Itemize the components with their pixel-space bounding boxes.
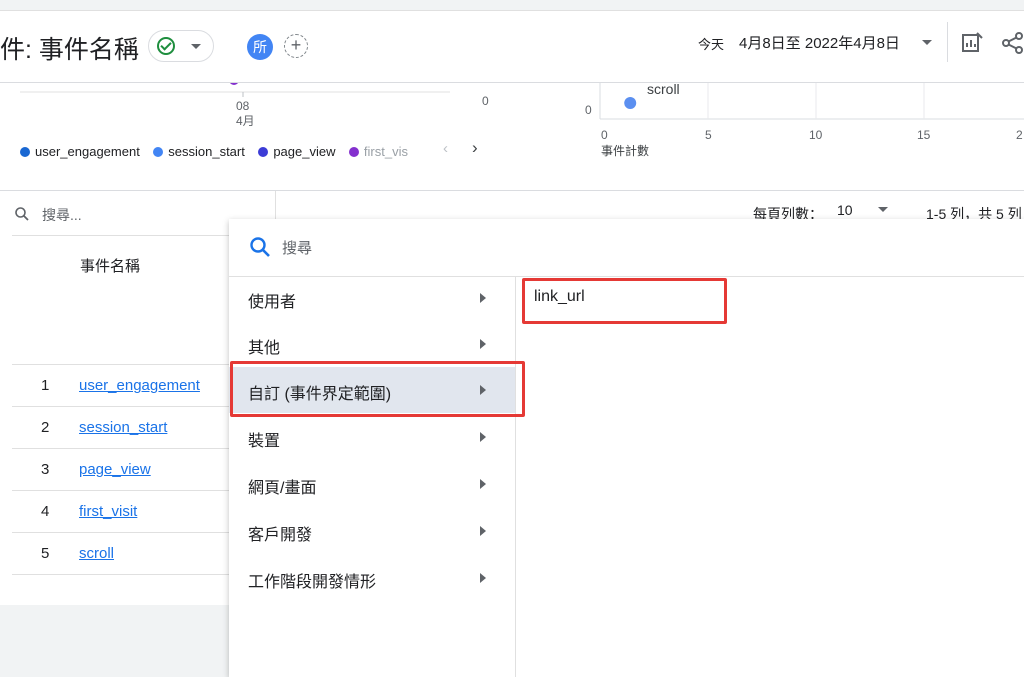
y-zero-label: 0: [482, 94, 489, 108]
menu-search-input[interactable]: 搜尋: [282, 237, 312, 258]
row-number: 2: [41, 419, 50, 436]
comparison-avatar[interactable]: 所: [247, 34, 273, 60]
report-header: 件: 事件名稱 所 + 今天 4月8日至 2022年4月8日: [0, 0, 1024, 83]
event-link[interactable]: page_view: [79, 461, 151, 478]
date-dropdown-icon[interactable]: [922, 40, 932, 45]
menu-item-label: 網頁/畫面: [248, 480, 317, 497]
row-number: 1: [41, 377, 50, 394]
event-link[interactable]: user_engagement: [79, 377, 200, 394]
line-chart-fragment: [20, 83, 450, 97]
legend-prev-icon[interactable]: ‹: [443, 140, 448, 157]
highlight-box-link-url: [522, 278, 727, 324]
event-link[interactable]: first_visit: [79, 503, 137, 520]
x-tick-label: 4月: [236, 114, 255, 128]
event-link[interactable]: scroll: [79, 545, 114, 562]
menu-column-divider: [515, 277, 516, 677]
x-tick-label: 10: [809, 128, 823, 142]
menu-item-label: 裝置: [248, 433, 281, 450]
row-divider: [12, 574, 232, 575]
check-circle-icon: [157, 37, 175, 55]
status-chip[interactable]: [148, 30, 214, 62]
top-strip: [0, 0, 1024, 11]
chart-panel: 08 4月 0 user_engagement session_start pa…: [0, 81, 1024, 191]
share-icon[interactable]: [1000, 31, 1024, 55]
customize-report-icon[interactable]: [961, 31, 983, 53]
scatter-point-scroll: [624, 97, 637, 109]
chevron-down-icon: [191, 44, 201, 49]
x-tick-label: 2: [1016, 128, 1023, 142]
rows-per-page-caret-icon[interactable]: [878, 207, 888, 212]
page-title: 件: 事件名稱: [0, 36, 139, 64]
legend-label: first_vis: [363, 144, 408, 159]
y-zero-label: 0: [585, 103, 592, 117]
date-today-label[interactable]: 今天: [698, 34, 724, 53]
menu-item-user[interactable]: 使用者: [229, 275, 515, 321]
highlight-box-custom: [230, 361, 525, 417]
chevron-right-icon: [480, 432, 486, 442]
legend-item[interactable]: page_view: [258, 144, 335, 159]
legend-label: page_view: [273, 144, 336, 159]
menu-item-label: 工作階段開發情形: [248, 574, 377, 591]
menu-item-label: 其他: [248, 340, 281, 357]
menu-item-session-acquisition[interactable]: 工作階段開發情形: [229, 555, 515, 601]
chevron-right-icon: [480, 526, 486, 536]
menu-item-device[interactable]: 裝置: [229, 414, 515, 460]
menu-item-label: 使用者: [248, 294, 297, 311]
search-icon: [15, 207, 29, 221]
legend-label: user_engagement: [35, 144, 140, 159]
menu-item-page-screen[interactable]: 網頁/畫面: [229, 461, 515, 507]
table-body: 1 user_engagement 2 session_start 3 page…: [0, 365, 232, 605]
x-axis-label: 事件計數: [601, 144, 650, 158]
legend-item[interactable]: first_vis: [348, 144, 408, 159]
chevron-right-icon: [480, 479, 486, 489]
header-divider: [947, 22, 948, 62]
add-comparison-icon[interactable]: +: [284, 34, 308, 58]
table-row[interactable]: 2 session_start: [0, 407, 232, 449]
x-tick-label: 15: [917, 128, 931, 142]
legend-dot: [258, 147, 269, 157]
menu-item-label: 客戶開發: [248, 527, 313, 544]
legend-next-icon[interactable]: ›: [472, 138, 478, 158]
legend-dot: [20, 147, 30, 157]
chevron-right-icon: [480, 339, 486, 349]
legend-item[interactable]: session_start: [153, 144, 245, 159]
chart-legend: user_engagement session_start page_view …: [20, 143, 490, 161]
table-search-input[interactable]: 搜尋...: [42, 205, 82, 225]
date-range-label[interactable]: 4月8日至 2022年4月8日: [739, 32, 900, 53]
point-label: scroll: [647, 81, 680, 97]
row-number: 3: [41, 461, 50, 478]
x-tick-label: 5: [705, 128, 712, 142]
legend-label: session_start: [168, 144, 245, 159]
chart-point-first-visit: [230, 83, 238, 85]
menu-item-acquisition[interactable]: 客戶開發: [229, 508, 515, 554]
legend-dot: [153, 147, 164, 157]
chevron-right-icon: [480, 293, 486, 303]
table-row[interactable]: 5 scroll: [0, 533, 232, 575]
menu-search-icon: [250, 237, 270, 257]
legend-dot: [348, 147, 359, 157]
row-number: 4: [41, 503, 50, 520]
legend-item[interactable]: user_engagement: [20, 144, 140, 159]
column-header-event-name[interactable]: 事件名稱: [80, 255, 140, 276]
table-row[interactable]: 4 first_visit: [0, 491, 232, 533]
x-tick-label: 08: [236, 99, 250, 113]
event-link[interactable]: session_start: [79, 419, 167, 436]
table-row[interactable]: 3 page_view: [0, 449, 232, 491]
rows-per-page-select[interactable]: 10: [837, 202, 853, 218]
chevron-right-icon: [480, 573, 486, 583]
x-tick-label: 0: [601, 128, 608, 142]
row-number: 5: [41, 545, 50, 562]
table-row[interactable]: 1 user_engagement: [0, 365, 232, 407]
